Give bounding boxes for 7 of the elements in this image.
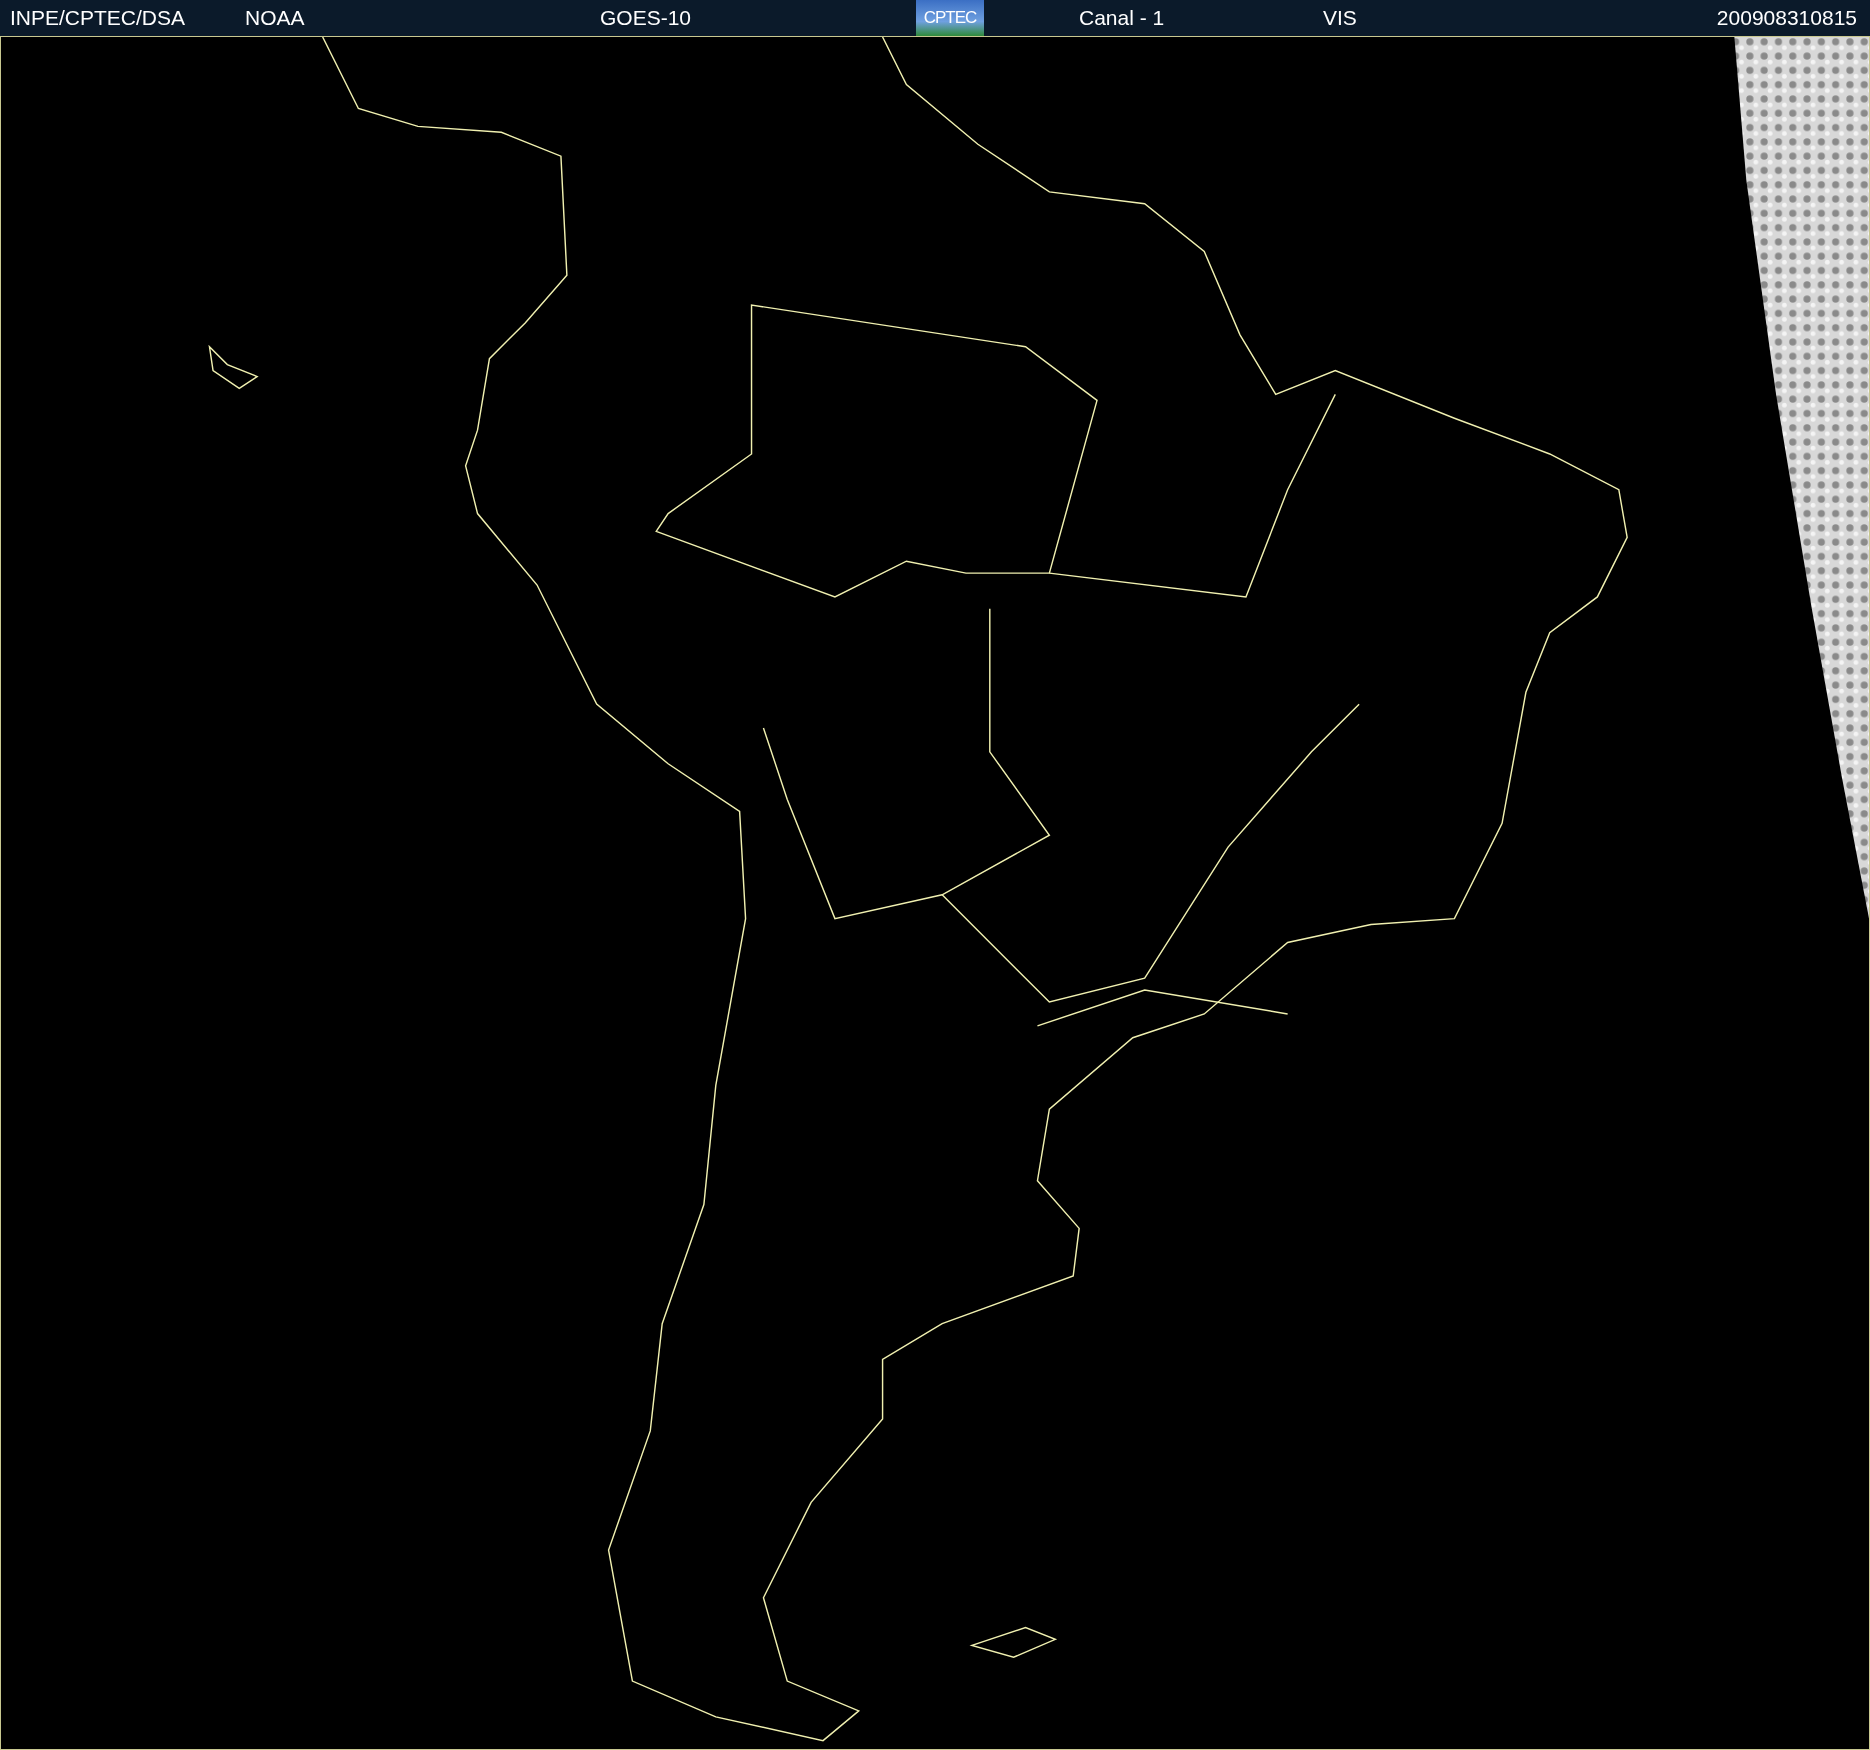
channel-label: Canal - 1 [1079,5,1165,31]
band-label: VIS [1323,5,1357,31]
timestamp-label: 200908310815 [1716,5,1857,31]
logo: CPTEC [916,0,984,36]
source-label: NOAA [245,5,305,31]
satellite-label: GOES-10 [600,5,692,31]
agency-label: INPE/CPTEC/DSA [10,5,186,31]
